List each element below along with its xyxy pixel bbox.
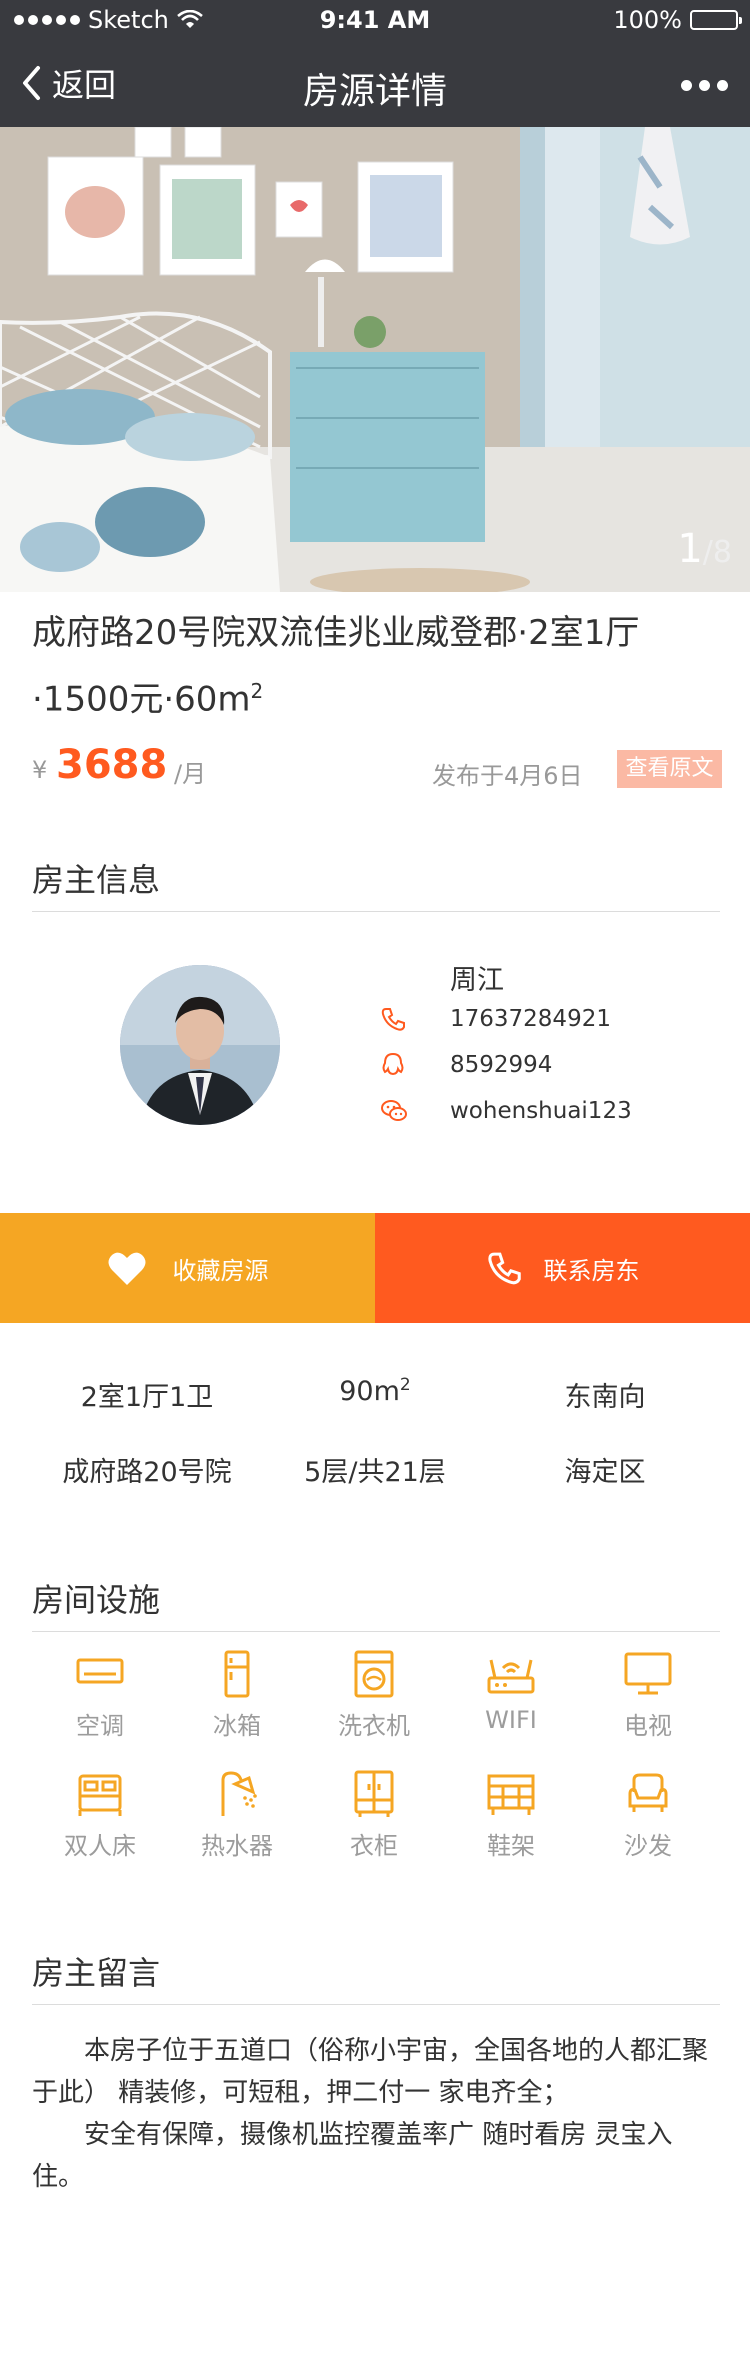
facility-double-bed: 双人床 bbox=[45, 1770, 155, 1861]
facility-air-conditioner: 空调 bbox=[45, 1650, 155, 1741]
listing-title-text: 成府路20号院双流佳兆业威登郡·2室1厅·1500元·60m bbox=[32, 613, 640, 720]
attr-community: 成府路20号院 bbox=[62, 1457, 232, 1488]
price-value: 3688 bbox=[56, 742, 168, 788]
listing-title-sup: 2 bbox=[250, 679, 264, 703]
favorite-button[interactable]: 收藏房源 bbox=[0, 1213, 375, 1323]
top-bar: Sketch 9:41 AM 100% 返回 房源详情 bbox=[0, 0, 750, 127]
facility-sofa: 沙发 bbox=[593, 1770, 703, 1861]
photo-total: /8 bbox=[702, 535, 732, 570]
status-bar: Sketch 9:41 AM 100% bbox=[0, 0, 750, 40]
listing-title: 成府路20号院双流佳兆业威登郡·2室1厅·1500元·60m2 bbox=[32, 604, 722, 728]
facility-label: 热水器 bbox=[201, 1832, 273, 1860]
contact-label: 联系房东 bbox=[543, 1256, 640, 1285]
double-bed-icon bbox=[78, 1774, 122, 1816]
facility-label: 空调 bbox=[76, 1712, 124, 1740]
publish-date: 发布于4月6日 bbox=[432, 762, 583, 790]
water-heater-icon bbox=[221, 1771, 257, 1816]
wechat-icon bbox=[381, 1100, 407, 1121]
wifi-router-icon bbox=[487, 1659, 535, 1694]
landlord-section-title: 房主信息 bbox=[32, 855, 720, 912]
battery-group: 100% bbox=[613, 6, 742, 34]
landlord-message: 本房子位于五道口（俗称小宇宙，全国各地的人都汇聚于此） 精装修，可短租，押二付一… bbox=[32, 2030, 722, 2198]
phone-icon bbox=[487, 1252, 521, 1285]
more-button[interactable] bbox=[681, 80, 728, 91]
facility-label: 衣柜 bbox=[350, 1832, 398, 1860]
phone-icon bbox=[381, 1008, 405, 1031]
view-original-button[interactable]: 查看原文 bbox=[617, 750, 722, 788]
photo-current: 1 bbox=[677, 526, 703, 572]
attr-district: 海定区 bbox=[564, 1457, 646, 1488]
battery-icon bbox=[690, 10, 742, 30]
facilities-section-title: 房间设施 bbox=[32, 1575, 720, 1632]
price-unit: /月 bbox=[174, 760, 207, 788]
facility-wardrobe: 衣柜 bbox=[319, 1770, 429, 1861]
message-section-title: 房主留言 bbox=[32, 1948, 720, 2005]
tv-icon bbox=[624, 1652, 672, 1695]
landlord-phone: 17637284921 bbox=[450, 1006, 611, 1032]
facility-label: WIFI bbox=[485, 1706, 537, 1734]
attr-area-sup: 2 bbox=[399, 1375, 411, 1395]
sofa-icon bbox=[628, 1773, 668, 1812]
facility-label: 洗衣机 bbox=[338, 1712, 410, 1740]
facility-wifi: WIFI bbox=[456, 1650, 566, 1734]
facility-label: 冰箱 bbox=[213, 1712, 261, 1740]
landlord-wechat: wohenshuai123 bbox=[450, 1098, 632, 1124]
page-title: 房源详情 bbox=[302, 71, 447, 112]
landlord-wechat-row[interactable]: wohenshuai123 bbox=[380, 1096, 632, 1126]
photo-counter: 1/8 bbox=[677, 526, 732, 572]
attr-layout: 2室1厅1卫 bbox=[80, 1382, 214, 1413]
landlord-phone-row[interactable]: 17637284921 bbox=[380, 1004, 611, 1034]
facility-fridge: 冰箱 bbox=[182, 1650, 292, 1741]
landlord-portrait bbox=[120, 965, 280, 1125]
message-paragraph-1: 本房子位于五道口（俗称小宇宙，全国各地的人都汇聚于此） 精装修，可短租，押二付一… bbox=[32, 2036, 709, 2108]
attr-area: 90m2 bbox=[250, 1375, 500, 1407]
currency-symbol: ¥ bbox=[32, 756, 48, 784]
facility-label: 沙发 bbox=[624, 1832, 672, 1860]
bedroom-photo bbox=[0, 127, 750, 592]
washing-machine-icon bbox=[354, 1650, 394, 1698]
facility-label: 双人床 bbox=[64, 1832, 136, 1860]
landlord-name: 周江 bbox=[450, 965, 504, 996]
facility-shoe-rack: 鞋架 bbox=[456, 1770, 566, 1861]
attr-orientation: 东南向 bbox=[564, 1382, 646, 1413]
facility-label: 电视 bbox=[624, 1712, 672, 1740]
facility-washing-machine: 洗衣机 bbox=[319, 1650, 429, 1741]
facility-tv: 电视 bbox=[593, 1650, 703, 1741]
attr-floor: 5层/共21层 bbox=[304, 1457, 446, 1488]
battery-percent: 100% bbox=[613, 6, 682, 34]
facility-label: 鞋架 bbox=[487, 1832, 535, 1860]
avatar bbox=[120, 965, 280, 1125]
favorite-label: 收藏房源 bbox=[172, 1256, 269, 1285]
wardrobe-icon bbox=[354, 1770, 394, 1817]
qq-icon bbox=[382, 1052, 404, 1076]
heart-icon bbox=[108, 1252, 145, 1285]
price-row: ¥ 3688 /月 发布于4月6日 查看原文 bbox=[32, 740, 722, 800]
message-paragraph-2: 安全有保障，摄像机监控覆盖率广 随时看房 灵宝入住。 bbox=[32, 2120, 673, 2192]
contact-landlord-button[interactable]: 联系房东 bbox=[375, 1213, 750, 1323]
facility-water-heater: 热水器 bbox=[182, 1770, 292, 1861]
air-conditioner-icon bbox=[76, 1658, 124, 1684]
fridge-icon bbox=[224, 1650, 250, 1698]
landlord-qq: 8592994 bbox=[450, 1052, 553, 1078]
attr-area-value: 90m bbox=[339, 1376, 400, 1407]
nav-bar: 返回 房源详情 bbox=[0, 40, 750, 127]
shoe-rack-icon bbox=[487, 1774, 535, 1815]
listing-photo[interactable]: 1/8 bbox=[0, 127, 750, 592]
landlord-qq-row[interactable]: 8592994 bbox=[380, 1050, 552, 1080]
